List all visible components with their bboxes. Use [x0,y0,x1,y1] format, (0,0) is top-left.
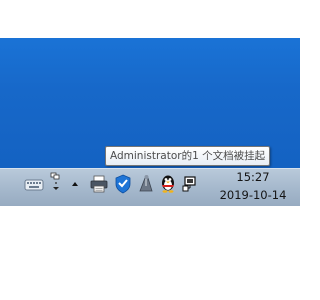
network-icon[interactable] [182,175,198,193]
taskbar-clock[interactable]: 15:27 2019-10-14 [207,168,299,205]
language-bar-icon[interactable] [49,172,63,194]
show-hidden-icons-arrow-icon[interactable] [68,176,82,190]
clock-time: 15:27 [236,170,270,184]
qq-penguin-icon[interactable] [159,173,177,193]
screen: Administrator的1 个文档被挂起 15:27 2019-10-14 [0,0,300,300]
pen-tool-icon[interactable] [137,174,155,194]
printer-icon[interactable] [89,174,109,194]
print-queue-tooltip: Administrator的1 个文档被挂起 [105,146,271,166]
security-shield-icon[interactable] [114,174,132,194]
clock-date: 2019-10-14 [219,188,287,202]
keyboard-ime-icon[interactable] [24,175,44,193]
